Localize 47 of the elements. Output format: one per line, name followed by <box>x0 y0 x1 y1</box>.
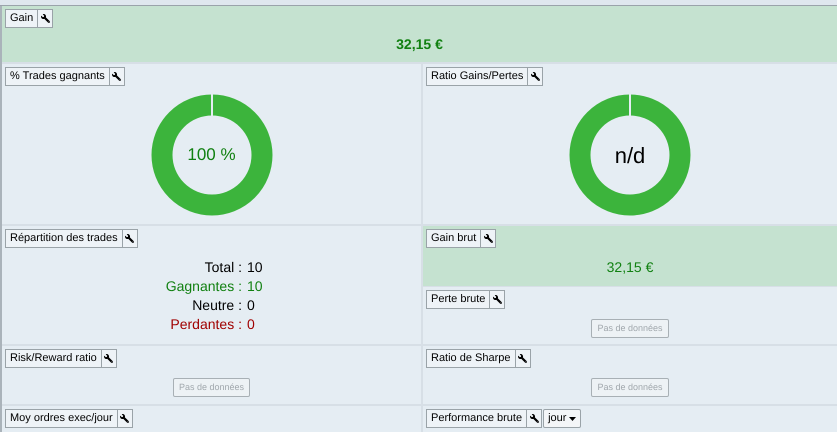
stat-label: Total : <box>204 258 243 276</box>
wrench-icon <box>120 414 130 423</box>
stat-label: Perdantes : <box>169 315 243 333</box>
stat-value: 10 <box>247 277 264 295</box>
settings-button[interactable] <box>527 67 544 86</box>
stat-value: 10 <box>247 258 264 276</box>
donut-value: 100 % <box>187 144 236 166</box>
wrench-icon <box>530 72 540 81</box>
wrench-icon <box>530 414 539 423</box>
settings-button[interactable] <box>116 409 133 428</box>
settings-button[interactable] <box>100 349 117 368</box>
gain-value: 32,15 € <box>396 35 443 54</box>
gross-gain-value: 32,15 € <box>606 258 654 277</box>
widget-title: Gain <box>5 9 38 28</box>
stat-value: 0 <box>247 296 256 314</box>
widget-title: Risk/Reward ratio <box>5 349 101 368</box>
widget-title: Moy ordres exec/jour <box>5 409 117 428</box>
wrench-icon <box>518 354 527 363</box>
no-data-button[interactable]: Pas de données <box>591 378 669 397</box>
stat-label: Gagnantes : <box>164 277 243 295</box>
wrench-icon <box>104 354 114 363</box>
wrench-icon <box>484 234 493 243</box>
no-data-button[interactable]: Pas de données <box>172 378 250 397</box>
settings-button[interactable] <box>480 229 496 248</box>
wrench-icon <box>112 72 122 81</box>
stat-value: 0 <box>247 315 256 333</box>
settings-button[interactable] <box>37 9 54 28</box>
widget-title: Ratio Gains/Pertes <box>426 67 528 86</box>
settings-button[interactable] <box>489 290 506 309</box>
wrench-icon <box>40 14 50 23</box>
widget-title: Répartition des trades <box>5 229 122 248</box>
settings-button[interactable] <box>514 349 530 368</box>
widget-title: Gain brut <box>426 229 480 248</box>
widget-title: Ratio de Sharpe <box>426 349 514 368</box>
widget-title: % Trades gagnants <box>5 67 109 86</box>
no-data-button[interactable]: Pas de données <box>591 319 669 338</box>
caret-icon <box>569 416 576 420</box>
widget-title: Perte brute <box>426 290 490 309</box>
widget-title: Performance brute <box>426 409 526 428</box>
settings-button[interactable] <box>108 67 125 86</box>
period-dropdown[interactable]: jour <box>543 409 582 428</box>
settings-button[interactable] <box>526 409 542 428</box>
wrench-icon <box>125 234 134 243</box>
donut-value: n/d <box>614 142 646 170</box>
settings-button[interactable] <box>122 229 138 248</box>
wrench-icon <box>492 295 502 304</box>
stat-label: Neutre : <box>191 296 243 314</box>
